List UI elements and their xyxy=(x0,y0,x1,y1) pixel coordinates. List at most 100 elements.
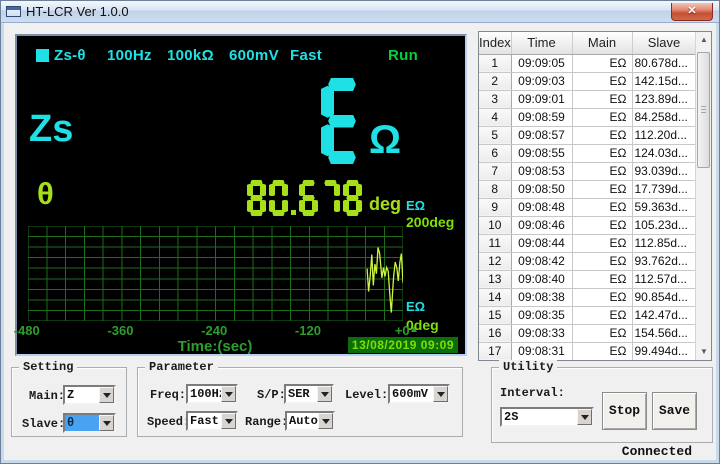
table-row[interactable]: 6 09:08:55 EΩ 124.03d... xyxy=(479,144,697,163)
table-scrollbar[interactable]: ▲ ▼ xyxy=(695,32,711,360)
sub-unit: deg xyxy=(369,194,402,214)
table-row[interactable]: 10 09:08:46 EΩ 105.23d... xyxy=(479,216,697,235)
freq-readout: 100Hz xyxy=(107,47,152,64)
table-row[interactable]: 9 09:08:48 EΩ 59.363d... xyxy=(479,198,697,217)
interval-select-label: Interval: xyxy=(500,386,565,400)
x-tick: -360 xyxy=(107,323,134,338)
speed-select[interactable]: Fast xyxy=(186,411,238,431)
seg-dot xyxy=(291,210,296,215)
seg-digit xyxy=(269,180,288,216)
speed-dropdown-arrow-icon[interactable] xyxy=(221,413,236,429)
sp-dropdown-arrow-icon[interactable] xyxy=(317,386,332,402)
table-row[interactable]: 15 09:08:35 EΩ 142.47d... xyxy=(479,306,697,325)
setting-group: Setting Main: Z Slave: θ xyxy=(11,360,127,437)
slave-dropdown-arrow-icon[interactable] xyxy=(99,415,114,431)
measurement-indicator-icon xyxy=(36,49,49,62)
table-row[interactable]: 11 09:08:44 EΩ 112.85d... xyxy=(479,234,697,253)
x-axis-ticks: -480 -360 -240 -120 +0 xyxy=(14,323,410,338)
app-icon xyxy=(6,6,21,17)
main-reading-sevenseg xyxy=(321,78,367,164)
x-tick: -120 xyxy=(294,323,321,338)
sub-reading-sevenseg xyxy=(247,180,365,216)
log-table-head: Index Time Main Slave xyxy=(479,32,697,55)
y-bottom-flag: EΩ xyxy=(406,299,426,314)
column-header[interactable]: Main xyxy=(572,32,633,55)
speed-select-value: Fast xyxy=(190,414,219,428)
range-readout: 100kΩ xyxy=(167,47,214,64)
interval-select-value: 2S xyxy=(504,410,519,424)
speed-readout: Fast xyxy=(290,47,323,64)
y-top-label: 200deg xyxy=(406,214,455,230)
y-top-flag: EΩ xyxy=(406,198,426,213)
close-button[interactable]: ✕ xyxy=(671,3,713,21)
column-header[interactable]: Slave xyxy=(632,32,697,55)
interval-select[interactable]: 2S xyxy=(500,407,594,427)
level-select-label: Level: xyxy=(345,388,389,402)
data-table-body: 1 09:09:05 EΩ 80.678d... 2 09:09:03 EΩ 142.15d.… xyxy=(479,54,697,360)
theta-trend-graph xyxy=(28,226,403,321)
interval-dropdown-arrow-icon[interactable] xyxy=(577,409,592,425)
lcd-display: Zs-θ 100Hz 100kΩ 600mV Fast Run Zs Ω θ d… xyxy=(14,34,467,356)
seg-digit xyxy=(321,78,363,164)
main-select-value: Z xyxy=(67,388,75,402)
main-select[interactable]: Z xyxy=(63,385,116,405)
utility-legend: Utility xyxy=(499,360,558,374)
connection-status: Connected xyxy=(621,444,692,459)
table-row[interactable]: 13 09:08:40 EΩ 112.57d... xyxy=(479,270,697,289)
sp-select-value: SER xyxy=(288,387,310,401)
main-dropdown-arrow-icon[interactable] xyxy=(99,387,114,403)
seg-digit xyxy=(247,180,266,216)
save-button[interactable]: Save xyxy=(652,392,697,430)
log-table-panel: Index Time Main Slave 1 09:09:05 EΩ 80.678d...… xyxy=(478,31,712,361)
x-tick: -240 xyxy=(201,323,228,338)
column-header[interactable]: Time xyxy=(511,32,573,55)
x-tick: -480 xyxy=(13,323,40,338)
table-row[interactable]: 14 09:08:38 EΩ 90.854d... xyxy=(479,288,697,307)
main-unit: Ω xyxy=(369,118,402,162)
header-row: Index Time Main Slave xyxy=(479,32,697,55)
sp-select[interactable]: SER xyxy=(284,384,334,404)
table-row[interactable]: 1 09:09:05 EΩ 80.678d... xyxy=(479,54,697,73)
run-state: Run xyxy=(388,47,419,64)
sub-parameter-label: θ xyxy=(37,176,54,211)
column-header[interactable]: Index xyxy=(479,32,512,55)
level-readout: 600mV xyxy=(229,47,279,64)
table-row[interactable]: 5 09:08:57 EΩ 112.20d... xyxy=(479,126,697,145)
window-title: HT-LCR Ver 1.0.0 xyxy=(26,4,129,19)
table-row[interactable]: 3 09:09:01 EΩ 123.89d... xyxy=(479,90,697,109)
parameter-legend: Parameter xyxy=(145,360,218,374)
scroll-down-icon[interactable]: ▼ xyxy=(696,344,711,360)
scroll-up-icon[interactable]: ▲ xyxy=(696,32,711,48)
title-bar[interactable]: HT-LCR Ver 1.0.0 ✕ xyxy=(1,1,719,23)
parameter-group: Parameter Freq: 100Hz S/P: SER Level: 60… xyxy=(137,360,463,437)
table-row[interactable]: 8 09:08:50 EΩ 17.739d... xyxy=(479,180,697,199)
timestamp-box: 13/08/2019 09:09 xyxy=(347,337,458,353)
slave-select-label: Slave: xyxy=(22,417,66,431)
freq-dropdown-arrow-icon[interactable] xyxy=(221,386,236,402)
current-time-marker-icon: ▲ xyxy=(409,324,419,335)
level-dropdown-arrow-icon[interactable] xyxy=(433,386,448,402)
sp-select-label: S/P: xyxy=(257,388,286,402)
freq-select-label: Freq: xyxy=(150,388,187,402)
app-window: HT-LCR Ver 1.0.0 ✕ Zs-θ 100Hz 100kΩ 600m… xyxy=(0,0,720,464)
main-select-label: Main: xyxy=(29,389,66,403)
scrollbar-thumb[interactable] xyxy=(697,52,710,168)
stop-button[interactable]: Stop xyxy=(602,392,647,430)
table-row[interactable]: 4 09:08:59 EΩ 84.258d... xyxy=(479,108,697,127)
freq-select[interactable]: 100Hz xyxy=(186,384,238,404)
table-row[interactable]: 12 09:08:42 EΩ 93.762d... xyxy=(479,252,697,271)
range-select-label: Range: xyxy=(245,415,289,429)
table-row[interactable]: 17 09:08:31 EΩ 99.494d... xyxy=(479,342,697,360)
level-select[interactable]: 600mV xyxy=(388,384,450,404)
table-row[interactable]: 2 09:09:03 EΩ 142.15d... xyxy=(479,72,697,91)
mode-readout: Zs-θ xyxy=(54,47,86,64)
table-row[interactable]: 7 09:08:53 EΩ 93.039d... xyxy=(479,162,697,181)
log-table: Index Time Main Slave 1 09:09:05 EΩ 80.678d...… xyxy=(479,32,697,360)
range-dropdown-arrow-icon[interactable] xyxy=(318,413,333,429)
table-row[interactable]: 16 09:08:33 EΩ 154.56d... xyxy=(479,324,697,343)
range-select[interactable]: Auto xyxy=(285,411,335,431)
x-axis-label: Time:(sec) xyxy=(177,338,253,355)
slave-select[interactable]: θ xyxy=(63,413,116,433)
slave-select-value: θ xyxy=(65,415,99,431)
seg-digit xyxy=(321,180,340,216)
